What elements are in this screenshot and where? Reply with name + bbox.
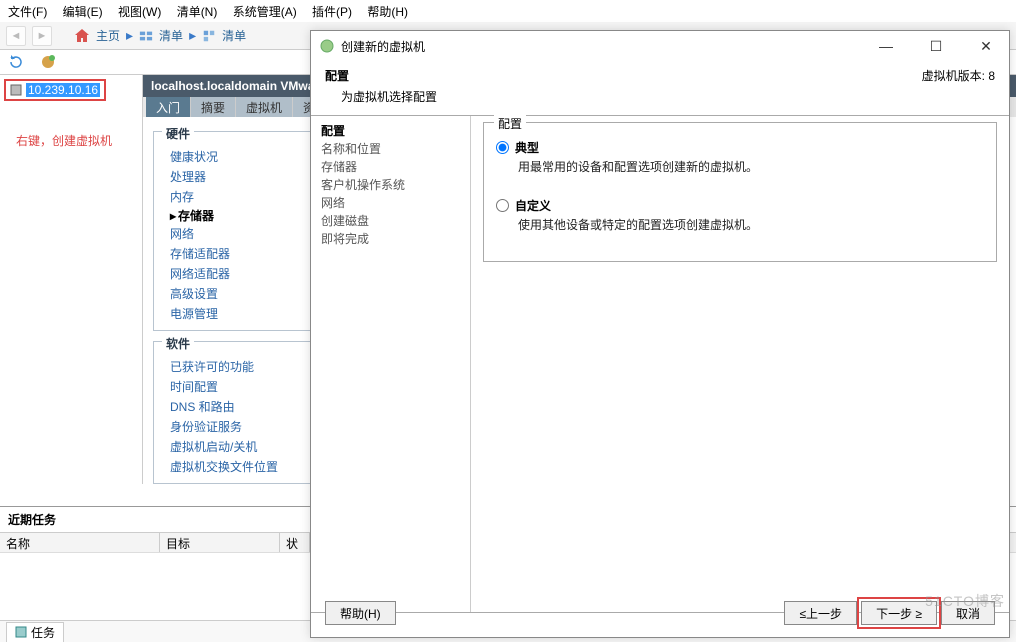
- dialog-nav: 配置 名称和位置 存储器 客户机操作系统 网络 创建磁盘 即将完成: [311, 116, 471, 612]
- chevron-right-icon: ▸: [189, 27, 196, 44]
- menu-file[interactable]: 文件(F): [8, 5, 47, 19]
- dialog-close-button[interactable]: ✕: [971, 38, 1001, 55]
- dialog-minimize-button[interactable]: —: [871, 38, 901, 55]
- config-fieldset-legend: 配置: [494, 115, 526, 132]
- breadcrumb-home[interactable]: 主页: [96, 27, 120, 44]
- menu-inventory[interactable]: 清单(N): [177, 5, 218, 19]
- tasks-col-status[interactable]: 状: [280, 533, 310, 552]
- tasks-col-target[interactable]: 目标: [160, 533, 280, 552]
- vm-icon: [319, 38, 335, 54]
- dialog-body: 配置 名称和位置 存储器 客户机操作系统 网络 创建磁盘 即将完成 配置 典型 …: [311, 115, 1009, 613]
- nav-step-disk[interactable]: 创建磁盘: [321, 212, 460, 230]
- menu-admin[interactable]: 系统管理(A): [233, 5, 297, 19]
- nav-forward-button[interactable]: ►: [32, 26, 52, 46]
- dialog-title-text: 创建新的虚拟机: [341, 38, 425, 55]
- nav-step-config[interactable]: 配置: [321, 122, 460, 140]
- menu-bar: 文件(F) 编辑(E) 视图(W) 清单(N) 系统管理(A) 插件(P) 帮助…: [0, 0, 1016, 22]
- tab-getting-started[interactable]: 入门: [146, 97, 191, 117]
- triangle-right-icon: ▸: [170, 209, 176, 223]
- radio-typical-desc: 用最常用的设备和配置选项创建新的虚拟机。: [518, 158, 984, 175]
- create-vm-dialog: 创建新的虚拟机 — ☐ ✕ 配置 为虚拟机选择配置 虚拟机版本: 8 配置 名称…: [310, 30, 1010, 638]
- tasks-col-name[interactable]: 名称: [0, 533, 160, 552]
- dialog-header-subtitle: 为虚拟机选择配置: [325, 88, 437, 105]
- status-tab-tasks[interactable]: 任务: [6, 622, 64, 642]
- home-icon: [74, 28, 90, 44]
- nav-step-network[interactable]: 网络: [321, 194, 460, 212]
- radio-typical[interactable]: [496, 141, 509, 154]
- dialog-content: 配置 典型 用最常用的设备和配置选项创建新的虚拟机。 自定义 使用其他设备或特定…: [471, 116, 1009, 612]
- config-fieldset: 配置 典型 用最常用的设备和配置选项创建新的虚拟机。 自定义 使用其他设备或特定…: [483, 122, 997, 262]
- radio-custom[interactable]: [496, 199, 509, 212]
- nav-step-guest-os[interactable]: 客户机操作系统: [321, 176, 460, 194]
- nav-step-ready[interactable]: 即将完成: [321, 230, 460, 248]
- nav-back-button[interactable]: ◄: [6, 26, 26, 46]
- inventory-icon: [139, 29, 153, 43]
- tree-node-host[interactable]: 10.239.10.16: [4, 79, 106, 101]
- nav-step-name[interactable]: 名称和位置: [321, 140, 460, 158]
- radio-custom-label: 自定义: [515, 197, 551, 214]
- dialog-header: 配置 为虚拟机选择配置 虚拟机版本: 8: [311, 61, 1009, 115]
- tasks-icon: [15, 626, 27, 638]
- vm-version-label: 虚拟机版本: 8: [922, 67, 995, 84]
- menu-plugins[interactable]: 插件(P): [312, 5, 352, 19]
- software-legend: 软件: [162, 335, 194, 352]
- breadcrumb-inventory-1[interactable]: 清单: [159, 27, 183, 44]
- radio-custom-desc: 使用其他设备或特定的配置选项创建虚拟机。: [518, 216, 984, 233]
- nav-step-storage[interactable]: 存储器: [321, 158, 460, 176]
- tab-vms[interactable]: 虚拟机: [236, 97, 293, 117]
- refresh-icon[interactable]: [8, 54, 24, 70]
- highlight-box: 下一步 ≥: [857, 597, 941, 629]
- help-button[interactable]: 帮助(H): [325, 601, 396, 625]
- dialog-maximize-button[interactable]: ☐: [921, 38, 951, 55]
- menu-help[interactable]: 帮助(H): [367, 5, 408, 19]
- new-vm-icon[interactable]: [40, 54, 56, 70]
- dialog-titlebar[interactable]: 创建新的虚拟机 — ☐ ✕: [311, 31, 1009, 61]
- chevron-right-icon: ▸: [126, 27, 133, 44]
- hardware-legend: 硬件: [162, 125, 194, 142]
- tree-node-ip-label: 10.239.10.16: [26, 83, 100, 97]
- radio-typical-label: 典型: [515, 139, 539, 156]
- breadcrumb-inventory-2[interactable]: 清单: [222, 27, 246, 44]
- menu-view[interactable]: 视图(W): [118, 5, 161, 19]
- next-button[interactable]: 下一步 ≥: [861, 601, 937, 625]
- annotation-label: 右键，创建虚拟机: [16, 132, 112, 149]
- status-tab-tasks-label: 任务: [31, 624, 55, 641]
- host-icon: [10, 84, 22, 96]
- dialog-header-title: 配置: [325, 67, 437, 84]
- dialog-button-bar: 帮助(H) ≤上一步 下一步 ≥ 取消: [325, 597, 995, 629]
- cancel-button[interactable]: 取消: [941, 601, 995, 625]
- tab-summary[interactable]: 摘要: [191, 97, 236, 117]
- menu-edit[interactable]: 编辑(E): [63, 5, 103, 19]
- back-button[interactable]: ≤上一步: [784, 601, 857, 625]
- inventory-icon: [202, 29, 216, 43]
